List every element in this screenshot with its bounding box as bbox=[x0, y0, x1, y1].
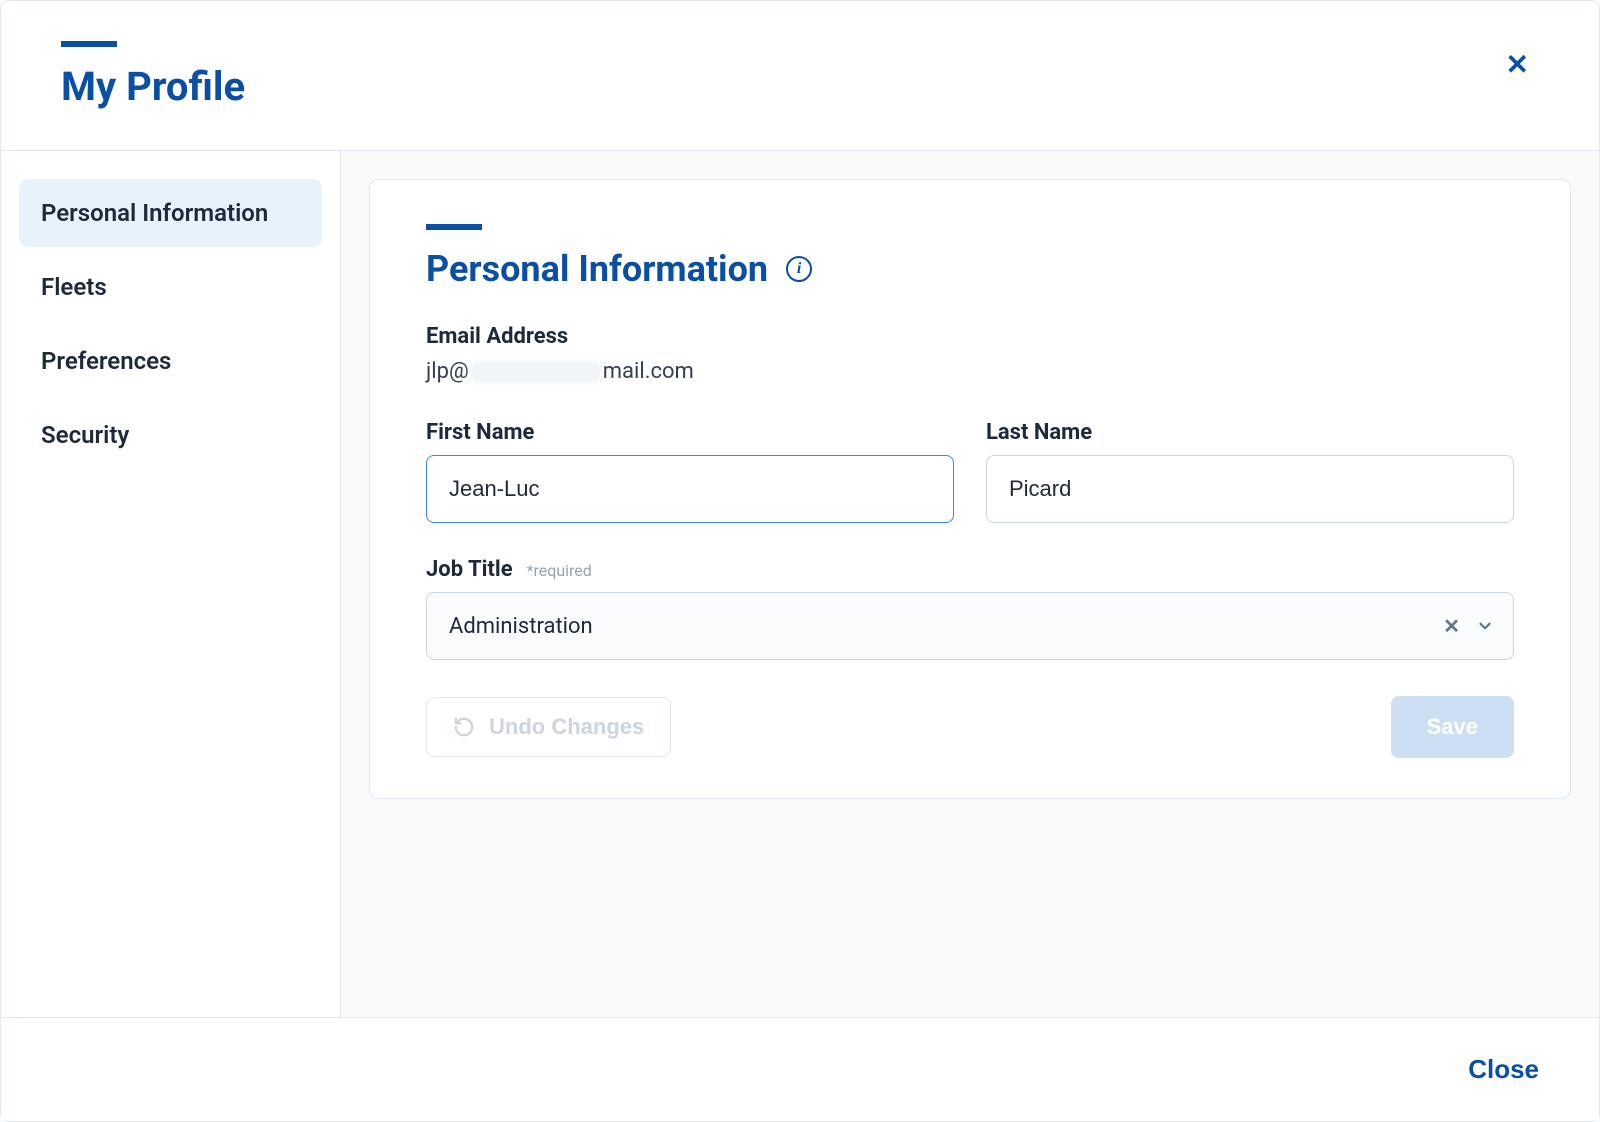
chevron-down-icon[interactable] bbox=[1476, 617, 1494, 635]
job-title-select[interactable]: Administration bbox=[426, 592, 1514, 660]
profile-modal: My Profile ✕ Personal Information Fleets… bbox=[0, 0, 1600, 1122]
undo-icon bbox=[453, 716, 475, 738]
job-title-select-wrap: Administration ✕ bbox=[426, 592, 1514, 660]
email-label: Email Address bbox=[426, 324, 1514, 349]
email-suffix: mail.com bbox=[603, 359, 694, 384]
modal-header: My Profile ✕ bbox=[1, 1, 1599, 151]
last-name-input[interactable] bbox=[986, 455, 1514, 523]
personal-information-panel: Personal Information i Email Address jlp… bbox=[369, 179, 1571, 799]
modal-title: My Profile bbox=[61, 63, 245, 110]
sidebar-item-label: Fleets bbox=[41, 273, 107, 301]
job-title-value: Administration bbox=[449, 614, 593, 639]
email-prefix: jlp@ bbox=[426, 359, 469, 384]
email-redacted bbox=[471, 361, 601, 383]
modal-footer: Close bbox=[1, 1017, 1599, 1121]
save-button[interactable]: Save bbox=[1391, 696, 1514, 758]
close-icon[interactable]: ✕ bbox=[1496, 41, 1539, 89]
sidebar-item-preferences[interactable]: Preferences bbox=[19, 327, 322, 395]
section-title: Personal Information bbox=[426, 248, 768, 290]
title-wrap: My Profile bbox=[61, 41, 245, 110]
section-title-row: Personal Information i bbox=[426, 248, 1514, 290]
sidebar-item-label: Personal Information bbox=[41, 199, 268, 227]
job-title-required-hint: *required bbox=[527, 561, 592, 580]
section-accent-bar bbox=[426, 224, 482, 230]
close-button[interactable]: Close bbox=[1468, 1054, 1539, 1085]
sidebar-item-label: Preferences bbox=[41, 347, 171, 375]
info-icon[interactable]: i bbox=[786, 256, 812, 282]
email-value: jlp@ mail.com bbox=[426, 359, 1514, 384]
modal-body: Personal Information Fleets Preferences … bbox=[1, 151, 1599, 1017]
sidebar: Personal Information Fleets Preferences … bbox=[1, 151, 341, 1017]
sidebar-item-security[interactable]: Security bbox=[19, 401, 322, 469]
job-title-label-row: Job Title *required bbox=[426, 557, 1514, 582]
name-row: First Name Last Name bbox=[426, 420, 1514, 523]
first-name-label: First Name bbox=[426, 420, 954, 445]
undo-label: Undo Changes bbox=[489, 714, 644, 740]
select-icons: ✕ bbox=[1443, 616, 1494, 636]
title-accent-bar bbox=[61, 41, 117, 47]
sidebar-item-fleets[interactable]: Fleets bbox=[19, 253, 322, 321]
clear-icon[interactable]: ✕ bbox=[1443, 616, 1460, 636]
job-title-label: Job Title bbox=[426, 557, 513, 582]
undo-changes-button[interactable]: Undo Changes bbox=[426, 697, 671, 757]
content-area: Personal Information i Email Address jlp… bbox=[341, 151, 1599, 1017]
sidebar-item-personal-information[interactable]: Personal Information bbox=[19, 179, 322, 247]
last-name-label: Last Name bbox=[986, 420, 1514, 445]
first-name-col: First Name bbox=[426, 420, 954, 523]
first-name-input[interactable] bbox=[426, 455, 954, 523]
last-name-col: Last Name bbox=[986, 420, 1514, 523]
sidebar-item-label: Security bbox=[41, 421, 129, 449]
form-actions: Undo Changes Save bbox=[426, 696, 1514, 758]
